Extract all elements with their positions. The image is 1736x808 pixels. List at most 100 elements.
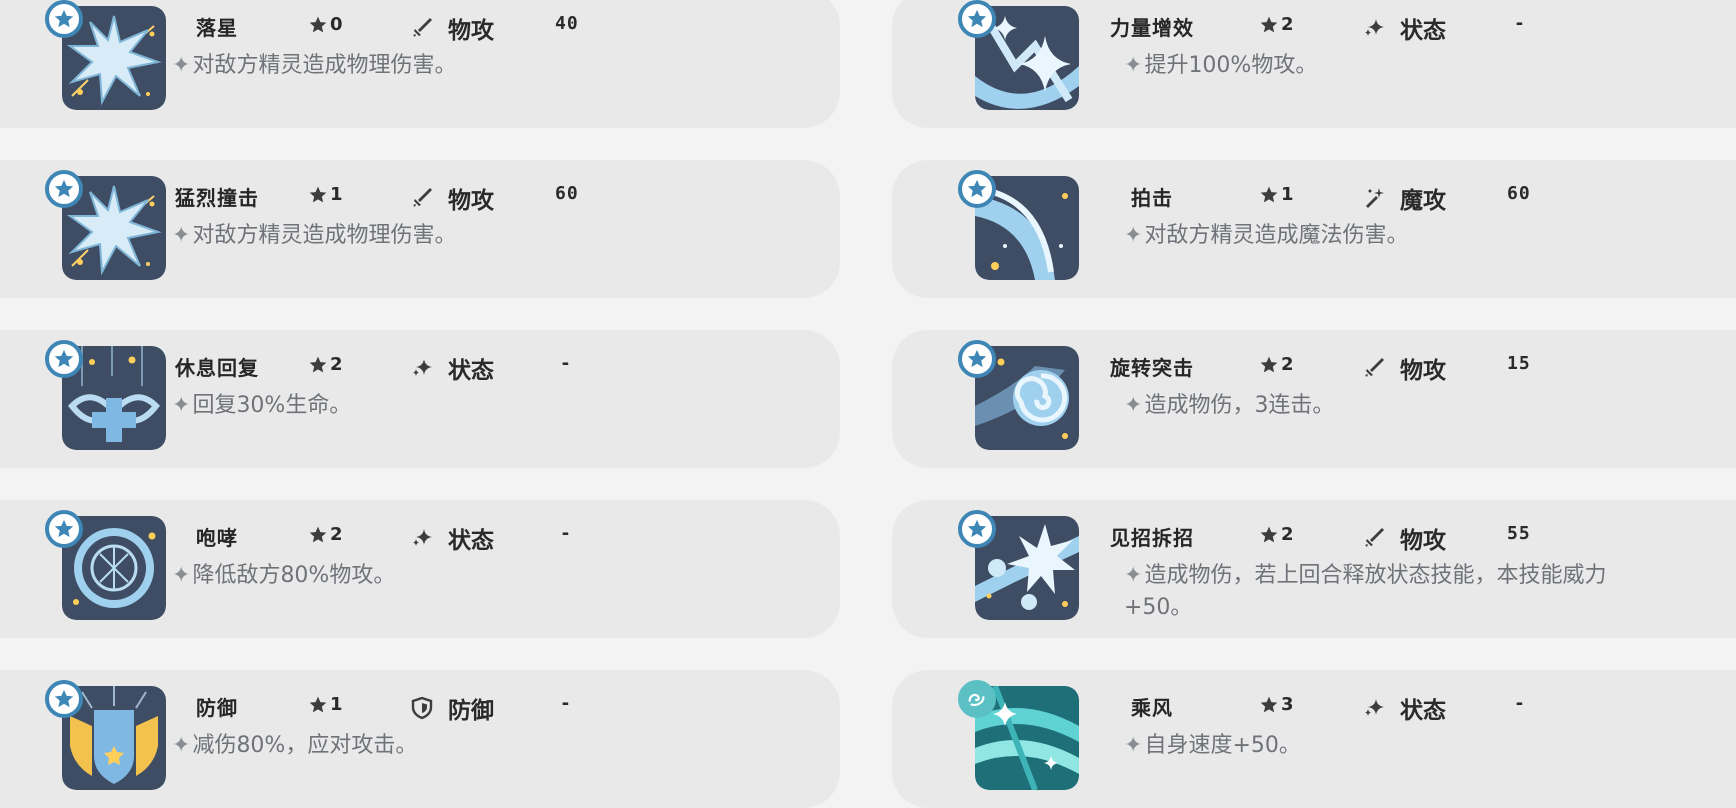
skill-badge	[958, 0, 996, 38]
skill-type: 状态	[1362, 691, 1446, 725]
skill-description: ✦回复30%生命。	[172, 393, 352, 418]
skill-description: ✦对敌方精灵造成物理伤害。	[172, 223, 457, 248]
cost-star-icon	[308, 185, 328, 205]
skill-badge	[958, 170, 996, 208]
skill-description: ✦减伤80%，应对攻击。	[172, 733, 418, 758]
skill-cost: 2	[1259, 14, 1294, 35]
skill-card[interactable]: 咆哮 2 状态 - ✦降低敌方80%物攻。	[0, 500, 840, 638]
skill-cost: 2	[308, 524, 343, 545]
sparkle-icon	[410, 526, 434, 550]
skill-description: ✦自身速度+50。	[1124, 733, 1301, 758]
sparkle-icon	[1362, 696, 1386, 720]
wand-icon	[1362, 186, 1386, 210]
skill-type: 状态	[410, 351, 494, 385]
skill-power: -	[560, 353, 572, 374]
skill-cost: 1	[1259, 184, 1294, 205]
skill-name: 咆哮	[196, 526, 238, 550]
skill-description: ✦造成物伤，3连击。	[1124, 393, 1335, 418]
cost-star-icon	[1259, 15, 1279, 35]
skill-name: 休息回复	[175, 356, 259, 380]
skill-cost: 1	[308, 694, 343, 715]
skill-description: ✦对敌方精灵造成魔法伤害。	[1124, 223, 1409, 248]
skill-power: -	[1514, 693, 1526, 714]
skill-card[interactable]: 见招拆招 2 物攻 55 ✦造成物伤，若上回合释放状态技能，本技能威力 +50。	[892, 500, 1736, 638]
skill-description: ✦对敌方精灵造成物理伤害。	[172, 53, 457, 78]
skill-type: 防御	[410, 691, 494, 725]
sparkle-icon	[410, 356, 434, 380]
sparkle-icon	[1362, 16, 1386, 40]
wind-badge	[958, 680, 996, 718]
skill-power: 15	[1507, 353, 1531, 374]
sword-icon	[410, 16, 434, 40]
skill-cost: 0	[308, 14, 343, 35]
skill-description: ✦降低敌方80%物攻。	[172, 563, 396, 588]
skill-badge	[45, 0, 83, 38]
skill-cost: 3	[1259, 694, 1294, 715]
skill-power: 60	[1507, 183, 1531, 204]
star-icon	[53, 8, 75, 30]
skill-name: 力量增效	[1110, 16, 1194, 40]
skill-card[interactable]: 旋转突击 2 物攻 15 ✦造成物伤，3连击。	[892, 330, 1736, 468]
skill-badge	[45, 170, 83, 208]
star-icon	[966, 178, 988, 200]
shield-icon	[410, 696, 434, 720]
skill-card[interactable]: 拍击 1 魔攻 60 ✦对敌方精灵造成魔法伤害。	[892, 160, 1736, 298]
skill-type: 状态	[410, 521, 494, 555]
skill-name: 落星	[196, 16, 238, 40]
skill-type: 魔攻	[1362, 181, 1446, 215]
star-icon	[966, 348, 988, 370]
cost-star-icon	[1259, 525, 1279, 545]
skill-power: -	[1514, 13, 1526, 34]
skill-name: 防御	[196, 696, 238, 720]
skill-card[interactable]: 力量增效 2 状态 - ✦提升100%物攻。	[892, 0, 1736, 128]
star-icon	[53, 348, 75, 370]
cost-star-icon	[308, 355, 328, 375]
cost-star-icon	[1259, 355, 1279, 375]
sword-icon	[410, 186, 434, 210]
skill-card[interactable]: 休息回复 2 状态 - ✦回复30%生命。	[0, 330, 840, 468]
cost-star-icon	[308, 15, 328, 35]
skill-type: 物攻	[1362, 521, 1446, 555]
skill-badge	[45, 340, 83, 378]
skill-type: 物攻	[1362, 351, 1446, 385]
skill-power: 60	[555, 183, 579, 204]
skill-badge	[958, 340, 996, 378]
skill-power: 55	[1507, 523, 1531, 544]
cost-star-icon	[308, 525, 328, 545]
sword-icon	[1362, 526, 1386, 550]
skill-name: 见招拆招	[1110, 526, 1194, 550]
skill-name: 旋转突击	[1110, 356, 1194, 380]
star-icon	[53, 518, 75, 540]
skill-name: 乘风	[1131, 696, 1173, 720]
star-icon	[966, 8, 988, 30]
cost-star-icon	[1259, 185, 1279, 205]
skill-badge	[958, 510, 996, 548]
star-icon	[966, 518, 988, 540]
star-icon	[53, 178, 75, 200]
skill-card[interactable]: 防御 1 防御 - ✦减伤80%，应对攻击。	[0, 670, 840, 808]
skill-power: -	[560, 693, 572, 714]
skill-type: 物攻	[410, 11, 494, 45]
skill-power: -	[560, 523, 572, 544]
skill-card[interactable]: 乘风 3 状态 - ✦自身速度+50。	[892, 670, 1736, 808]
skill-badge	[45, 510, 83, 548]
skill-power: 40	[555, 13, 579, 34]
wind-swirl-icon	[966, 688, 988, 710]
skill-card[interactable]: 猛烈撞击 1 物攻 60 ✦对敌方精灵造成物理伤害。	[0, 160, 840, 298]
skill-type: 状态	[1362, 11, 1446, 45]
skill-cost: 2	[1259, 524, 1294, 545]
star-icon	[53, 688, 75, 710]
skill-description: ✦提升100%物攻。	[1124, 53, 1318, 78]
skill-cost: 1	[308, 184, 343, 205]
skill-cost: 2	[308, 354, 343, 375]
skill-description: ✦造成物伤，若上回合释放状态技能，本技能威力 +50。	[1124, 563, 1607, 620]
skill-name: 猛烈撞击	[175, 186, 259, 210]
sword-icon	[1362, 356, 1386, 380]
skill-name: 拍击	[1131, 186, 1173, 210]
cost-star-icon	[1259, 695, 1279, 715]
skill-badge	[45, 680, 83, 718]
skill-type: 物攻	[410, 181, 494, 215]
skill-cost: 2	[1259, 354, 1294, 375]
skill-card[interactable]: 落星 0 物攻 40 ✦对敌方精灵造成物理伤害。	[0, 0, 840, 128]
cost-star-icon	[308, 695, 328, 715]
